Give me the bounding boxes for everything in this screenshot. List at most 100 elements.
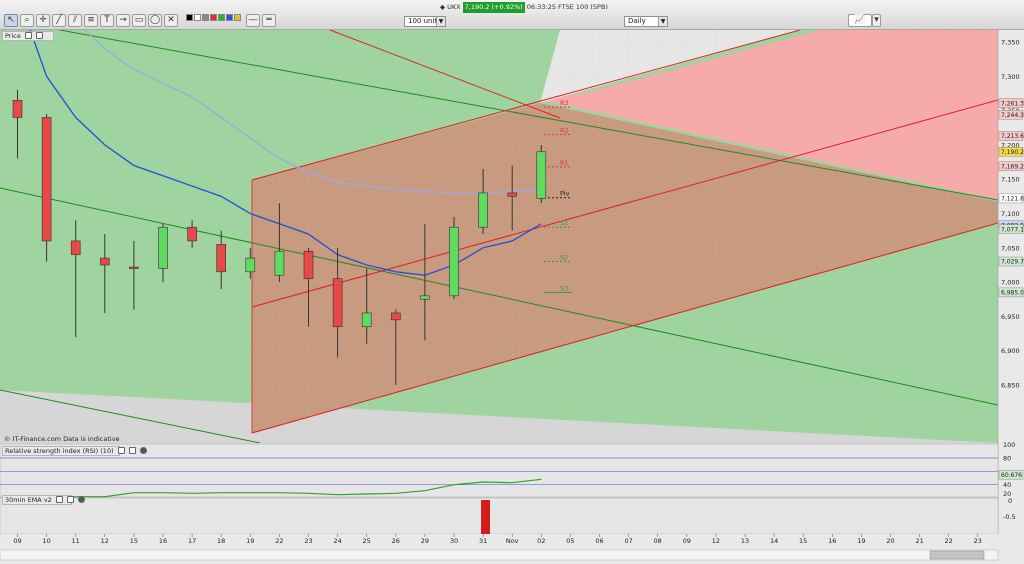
price-tag-label: 6,985.0	[1001, 290, 1024, 297]
date-tick-label: 07	[624, 537, 632, 545]
price-tag-label: 7,244.3	[1001, 112, 1024, 119]
rsi-tick-label: 100	[1003, 441, 1015, 449]
date-axis[interactable]: 09 10 11 12 15 16 17 18 19 22 23 24 25 26 29 30 31 Nov 02 0…	[0, 534, 999, 564]
instrument-name: UKX	[447, 3, 461, 11]
date-tick-label: 19	[246, 537, 254, 545]
color-swatch-blue[interactable]	[226, 14, 233, 21]
pivot-label-s2: S2	[560, 254, 568, 262]
cursor-tool-icon[interactable]: ↖	[4, 14, 18, 27]
date-tick-label: 25	[363, 537, 371, 545]
quote-timestamp: 06:33:25 FTSE 100 (SPB)	[526, 3, 608, 11]
price-panel-header: Price	[2, 31, 54, 41]
zoom-icon[interactable]: ⌕	[20, 14, 34, 27]
date-tick-label: 13	[741, 537, 749, 545]
color-swatch-grey[interactable]	[202, 14, 209, 21]
rsi-value-tag: 60.676	[1001, 472, 1022, 479]
date-tick-label: 22	[945, 537, 953, 545]
date-tick-label: 19	[857, 537, 865, 545]
date-tick-label: 06	[595, 537, 603, 545]
candle-body	[332, 278, 343, 327]
date-tick-label: 11	[72, 537, 80, 545]
channel-fills	[0, 30, 998, 443]
date-tick-label: 05	[566, 537, 574, 545]
date-tick-label: 26	[392, 537, 400, 545]
period-select[interactable]: Daily ▼	[624, 16, 668, 27]
price-tick-label: 7,050	[1001, 244, 1020, 252]
ema-tick-label: 0	[1008, 497, 1012, 505]
price-tick-label: 7,150	[1001, 176, 1020, 184]
color-swatch-white[interactable]	[194, 14, 201, 21]
pivot-label-s3: S3	[560, 284, 568, 292]
wrench-icon[interactable]	[117, 447, 125, 454]
ema-tick-label: -0.5	[1003, 513, 1016, 521]
ema-panel-bg	[0, 497, 999, 535]
date-tick-label: 16	[828, 537, 836, 545]
color-swatch-yellow[interactable]	[234, 14, 241, 21]
ema-panel: 0 -0.5	[0, 497, 1016, 535]
candle-body	[100, 257, 110, 266]
chevron-down-icon: ▼	[436, 17, 445, 26]
date-tick-label: 08	[654, 537, 662, 545]
candle-body	[420, 295, 430, 300]
date-tick-label: 12	[712, 537, 720, 545]
candle-body	[12, 100, 23, 118]
draw-line-icon[interactable]: ╱	[52, 14, 66, 27]
trading-app: ↖ ⌕ ✛ ╱ ⫽ ≡ T → ▭ ◯ ✕ ― ═ ◆ UKX 7,190.2 …	[0, 0, 1024, 564]
rectangle-tool-icon[interactable]: ▭	[132, 14, 146, 27]
price-tick-label: 6,950	[1001, 313, 1020, 321]
delete-drawing-icon[interactable]: ✕	[164, 14, 178, 27]
date-tick-label: 24	[333, 537, 341, 545]
channel-tool-icon[interactable]: ⫽	[68, 14, 82, 27]
ema-bar	[481, 500, 490, 534]
maximize-icon[interactable]	[128, 447, 136, 454]
color-swatch-green[interactable]	[218, 14, 225, 21]
date-tick-label: 15	[130, 537, 138, 545]
pivot-label-r2: R2	[560, 127, 569, 135]
arrow-tool-icon[interactable]: →	[116, 14, 130, 27]
maximize-icon[interactable]	[36, 32, 44, 39]
price-tick-label: 7,000	[1001, 279, 1020, 287]
text-tool-icon[interactable]: T	[100, 14, 114, 27]
chevron-down-icon: ▼	[658, 17, 667, 26]
rsi-panel-header: Relative strength index (RSI) (10)	[2, 446, 147, 456]
date-tick-label: 17	[188, 537, 196, 545]
instrument-icon: ◆	[440, 3, 445, 11]
line-style-icon[interactable]: ―	[246, 14, 260, 27]
candle-body	[129, 266, 139, 269]
line-width-icon[interactable]: ═	[262, 14, 276, 27]
color-swatch-red[interactable]	[210, 14, 217, 21]
wrench-icon[interactable]	[55, 496, 63, 503]
date-tick-label: 12	[101, 537, 109, 545]
crosshair-icon[interactable]: ✛	[36, 14, 50, 27]
price-tag-label: 7,121.8	[1001, 196, 1024, 203]
close-icon[interactable]	[139, 447, 147, 454]
date-tick-label: 16	[159, 537, 167, 545]
rsi-bg	[0, 443, 999, 498]
maximize-icon[interactable]	[66, 496, 74, 503]
pivot-label-r1: R1	[560, 159, 569, 167]
candle-body	[390, 312, 401, 321]
chart-type-dropdown-icon[interactable]: ▾	[872, 14, 881, 27]
chart-type-icon[interactable]: 📈	[848, 14, 872, 27]
wrench-icon[interactable]	[24, 32, 32, 39]
candle-body	[507, 192, 518, 197]
date-tick-label: 22	[275, 537, 283, 545]
rsi-tick-label: 40	[1003, 481, 1011, 489]
rsi-panel: 10080402060.676	[0, 441, 1024, 498]
price-tag-label: 7,029.7	[1001, 259, 1024, 266]
price-tag-label: 7,213.6	[1001, 133, 1024, 140]
date-tick-label: 20	[886, 537, 894, 545]
date-tick-label: 23	[304, 537, 312, 545]
price-tick-label: 6,850	[1001, 382, 1020, 390]
color-swatch-black[interactable]	[186, 14, 193, 21]
toolbar: ↖ ⌕ ✛ ╱ ⫽ ≡ T → ▭ ◯ ✕ ― ═ ◆ UKX 7,190.2 …	[0, 0, 1024, 30]
close-icon[interactable]	[78, 496, 86, 503]
ellipse-tool-icon[interactable]: ◯	[148, 14, 162, 27]
units-select[interactable]: 100 units ▼	[404, 16, 446, 27]
chart-area[interactable]: R3R2R1PivS1S2S3 7,3507,3007,2507,2007,15…	[0, 30, 1024, 564]
fibonacci-icon[interactable]: ≡	[84, 14, 98, 27]
price-tick-label: 7,300	[1001, 73, 1020, 81]
candle-body	[158, 226, 168, 269]
date-tick-label: 18	[217, 537, 225, 545]
candle-body	[303, 250, 314, 279]
